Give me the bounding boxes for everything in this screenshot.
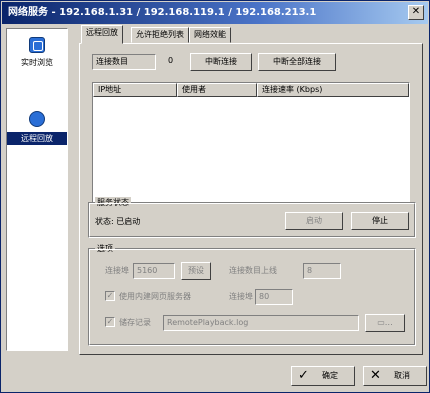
- monitor-icon: [29, 37, 45, 53]
- disconnect-all-button[interactable]: 中断全部连接: [258, 53, 336, 71]
- remote-playback-icon: [29, 111, 45, 127]
- ok-button[interactable]: ✓ 确定: [291, 366, 355, 386]
- close-button[interactable]: ✕: [408, 5, 424, 20]
- tab-allow-deny-list[interactable]: 允许拒绝列表: [131, 27, 189, 43]
- connection-count-value: 0: [168, 56, 174, 65]
- connection-list[interactable]: IP地址 使用者 连接速率 (Kbps): [92, 82, 410, 204]
- default-button[interactable]: 预设: [181, 262, 211, 280]
- web-port-field[interactable]: 80: [255, 289, 293, 305]
- max-connections-label: 连接数目上线: [229, 266, 277, 275]
- checkmark-icon: ✓: [298, 368, 309, 383]
- title-bar: 网络服务 - 192.168.1.31 / 192.168.119.1 / 19…: [2, 2, 428, 24]
- options-title: 选项: [95, 243, 115, 254]
- web-server-label: 使用内建网页服务器: [119, 292, 191, 301]
- options-group: 选项 连接埠 5160 预设 连接数目上线 8 ✓ 使用内建网页服务器 连接埠 …: [88, 243, 416, 346]
- disconnect-button[interactable]: 中断连接: [190, 53, 252, 71]
- sidebar-item-remote-playback[interactable]: 远程回放: [7, 107, 67, 151]
- folder-icon: ▭…: [377, 318, 393, 327]
- column-header-user[interactable]: 使用者: [177, 83, 257, 97]
- list-header: IP地址 使用者 连接速率 (Kbps): [93, 83, 409, 97]
- port-label: 连接埠: [105, 266, 129, 275]
- web-server-checkbox[interactable]: ✓: [105, 291, 115, 301]
- column-header-ip[interactable]: IP地址: [93, 83, 177, 97]
- log-file-field[interactable]: RemotePlayback.log: [163, 315, 359, 331]
- port-field[interactable]: 5160: [133, 263, 175, 279]
- sidebar: 实时浏览 远程回放: [6, 28, 68, 351]
- stop-button[interactable]: 停止: [351, 212, 409, 230]
- network-service-dialog: 网络服务 - 192.168.1.31 / 192.168.119.1 / 19…: [0, 0, 430, 393]
- sidebar-item-live-view[interactable]: 实时浏览: [7, 33, 67, 77]
- start-button[interactable]: 启动: [285, 212, 343, 230]
- sidebar-item-label: 远程回放: [7, 132, 67, 145]
- service-status-title: 服务状态: [95, 197, 131, 208]
- window-title: 网络服务 - 192.168.1.31 / 192.168.119.1 / 19…: [8, 7, 317, 18]
- tab-panel-remote-playback: 连接数目 0 中断连接 中断全部连接 IP地址 使用者 连接速率 (Kbps) …: [79, 43, 423, 355]
- browse-button[interactable]: ▭…: [365, 314, 405, 332]
- log-checkbox[interactable]: ✓: [105, 317, 115, 327]
- cancel-button-label: 取消: [394, 371, 410, 380]
- max-connections-field[interactable]: 8: [303, 263, 341, 279]
- sidebar-item-label: 实时浏览: [21, 58, 53, 67]
- column-header-rate[interactable]: 连接速率 (Kbps): [257, 83, 409, 97]
- service-status-group: 服务状态 状态: 已启动 启动 停止: [88, 197, 416, 238]
- ok-button-label: 确定: [322, 371, 338, 380]
- web-port-label: 连接埠: [229, 292, 253, 301]
- connection-count-label: 连接数目: [92, 54, 156, 70]
- service-status-text: 状态: 已启动: [95, 217, 141, 226]
- tab-network-performance[interactable]: 网络效能: [189, 27, 231, 43]
- log-label: 储存记录: [119, 318, 151, 327]
- cancel-button[interactable]: ✕ 取消: [363, 366, 427, 386]
- cross-icon: ✕: [370, 368, 381, 383]
- tab-remote-playback[interactable]: 远程回放: [81, 25, 123, 44]
